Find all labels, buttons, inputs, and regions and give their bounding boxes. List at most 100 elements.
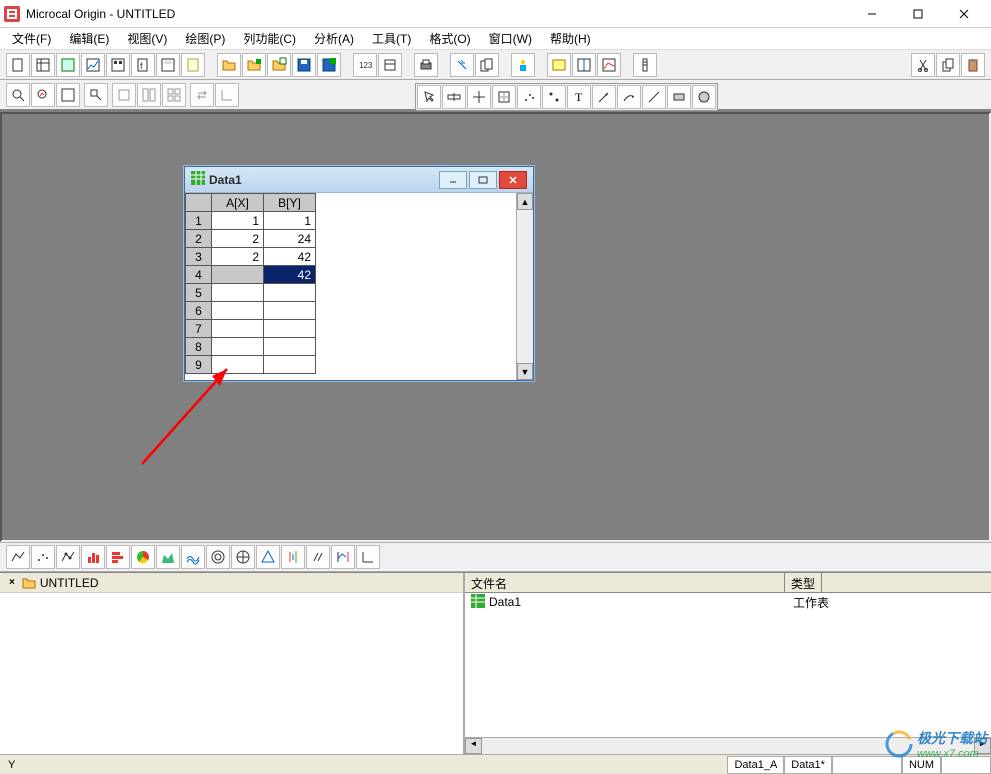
minimize-button[interactable] bbox=[849, 1, 895, 27]
col-header-b[interactable]: B[Y] bbox=[264, 194, 316, 212]
cell-a[interactable] bbox=[212, 356, 264, 374]
maximize-button[interactable] bbox=[895, 1, 941, 27]
line-tool[interactable] bbox=[642, 85, 666, 109]
data-window[interactable]: Data1 A[X] B[Y] 1112224324244256789 bbox=[184, 166, 534, 381]
cell-b[interactable] bbox=[264, 338, 316, 356]
table-row[interactable]: 111 bbox=[186, 212, 316, 230]
project-root-label[interactable]: UNTITLED bbox=[40, 576, 99, 590]
new-function-button[interactable]: f bbox=[131, 53, 155, 77]
open-excel-button[interactable] bbox=[267, 53, 291, 77]
new-project-button[interactable] bbox=[6, 53, 30, 77]
menu-edit[interactable]: 编辑(E) bbox=[61, 28, 117, 49]
ternary-plot-button[interactable] bbox=[256, 545, 280, 569]
circle-tool[interactable] bbox=[692, 85, 716, 109]
layer-1-button[interactable] bbox=[112, 83, 136, 107]
draw-data-tool[interactable] bbox=[517, 85, 541, 109]
save-template-button[interactable] bbox=[317, 53, 341, 77]
refresh-button[interactable] bbox=[450, 53, 474, 77]
cell-a[interactable] bbox=[212, 302, 264, 320]
table-row[interactable]: 5 bbox=[186, 284, 316, 302]
cell-b[interactable] bbox=[264, 284, 316, 302]
template-plot-button[interactable] bbox=[356, 545, 380, 569]
file-list-row[interactable]: Data1 工作表 bbox=[465, 593, 991, 611]
row-header[interactable]: 7 bbox=[186, 320, 212, 338]
col-header-filename[interactable]: 文件名 bbox=[465, 573, 785, 592]
pie-plot-button[interactable] bbox=[131, 545, 155, 569]
row-header[interactable]: 1 bbox=[186, 212, 212, 230]
screen-reader-tool[interactable] bbox=[442, 85, 466, 109]
menu-format[interactable]: 格式(O) bbox=[421, 28, 478, 49]
extract-layer-button[interactable] bbox=[84, 83, 108, 107]
menu-column[interactable]: 列功能(C) bbox=[235, 28, 304, 49]
menu-window[interactable]: 窗口(W) bbox=[481, 28, 540, 49]
line-plot-button[interactable] bbox=[6, 545, 30, 569]
table-corner[interactable] bbox=[186, 194, 212, 212]
open-button[interactable] bbox=[217, 53, 241, 77]
mask-tool[interactable] bbox=[542, 85, 566, 109]
new-worksheet-button[interactable] bbox=[31, 53, 55, 77]
row-header[interactable]: 9 bbox=[186, 356, 212, 374]
cell-a[interactable]: 1 bbox=[212, 212, 264, 230]
new-matrix-button[interactable] bbox=[106, 53, 130, 77]
col-header-type[interactable]: 类型 bbox=[785, 573, 822, 592]
cell-a[interactable]: 2 bbox=[212, 248, 264, 266]
cell-a[interactable] bbox=[212, 338, 264, 356]
vertical-scrollbar[interactable]: ▲ ▼ bbox=[516, 193, 533, 380]
column-plot-button[interactable] bbox=[81, 545, 105, 569]
paste-button[interactable] bbox=[961, 53, 985, 77]
zoom-in-button[interactable] bbox=[6, 83, 30, 107]
high-low-button[interactable] bbox=[281, 545, 305, 569]
slideshow-button[interactable] bbox=[633, 53, 657, 77]
import-ascii-button[interactable]: 123 bbox=[353, 53, 377, 77]
table-row[interactable]: 7 bbox=[186, 320, 316, 338]
layer-4-button[interactable] bbox=[162, 83, 186, 107]
scroll-down-button[interactable]: ▼ bbox=[517, 363, 533, 380]
surface-plot-button[interactable] bbox=[181, 545, 205, 569]
cut-button[interactable] bbox=[911, 53, 935, 77]
bar-plot-button[interactable] bbox=[106, 545, 130, 569]
new-layout-button[interactable] bbox=[156, 53, 180, 77]
row-header[interactable]: 8 bbox=[186, 338, 212, 356]
table-row[interactable]: 442 bbox=[186, 266, 316, 284]
open-template-button[interactable] bbox=[242, 53, 266, 77]
file-list-body[interactable]: Data1 工作表 bbox=[465, 593, 991, 737]
copy-button[interactable] bbox=[936, 53, 960, 77]
table-row[interactable]: 2224 bbox=[186, 230, 316, 248]
cell-a[interactable] bbox=[212, 320, 264, 338]
panel-pin-handle[interactable]: × bbox=[9, 577, 18, 588]
scroll-up-button[interactable]: ▲ bbox=[517, 193, 533, 210]
double-y-button[interactable] bbox=[331, 545, 355, 569]
row-header[interactable]: 5 bbox=[186, 284, 212, 302]
row-header[interactable]: 2 bbox=[186, 230, 212, 248]
text-tool[interactable]: T bbox=[567, 85, 591, 109]
import-multi-button[interactable] bbox=[378, 53, 402, 77]
new-excel-button[interactable] bbox=[56, 53, 80, 77]
col-header-a[interactable]: A[X] bbox=[212, 194, 264, 212]
zoom-data-button[interactable] bbox=[31, 83, 55, 107]
menu-plot[interactable]: 绘图(P) bbox=[177, 28, 233, 49]
cell-a[interactable]: 2 bbox=[212, 230, 264, 248]
data-window-titlebar[interactable]: Data1 bbox=[185, 167, 533, 193]
axis-edit-button[interactable] bbox=[215, 83, 239, 107]
cell-b[interactable] bbox=[264, 356, 316, 374]
print-button[interactable] bbox=[414, 53, 438, 77]
menu-file[interactable]: 文件(F) bbox=[4, 28, 59, 49]
menu-analysis[interactable]: 分析(A) bbox=[306, 28, 362, 49]
target-plot-button[interactable] bbox=[231, 545, 255, 569]
row-header[interactable]: 3 bbox=[186, 248, 212, 266]
zoom-all-button[interactable] bbox=[56, 83, 80, 107]
row-header[interactable]: 4 bbox=[186, 266, 212, 284]
curved-arrow-tool[interactable] bbox=[617, 85, 641, 109]
line-symbol-button[interactable] bbox=[56, 545, 80, 569]
data-close-button[interactable] bbox=[499, 171, 527, 189]
data-minimize-button[interactable] bbox=[439, 171, 467, 189]
pointer-tool[interactable] bbox=[417, 85, 441, 109]
scatter-plot-button[interactable] bbox=[31, 545, 55, 569]
exchange-button[interactable] bbox=[190, 83, 214, 107]
cell-b[interactable]: 1 bbox=[264, 212, 316, 230]
new-notes-button[interactable] bbox=[181, 53, 205, 77]
table-row[interactable]: 8 bbox=[186, 338, 316, 356]
menu-view[interactable]: 视图(V) bbox=[119, 28, 175, 49]
rescale-button[interactable] bbox=[597, 53, 621, 77]
table-row[interactable]: 3242 bbox=[186, 248, 316, 266]
